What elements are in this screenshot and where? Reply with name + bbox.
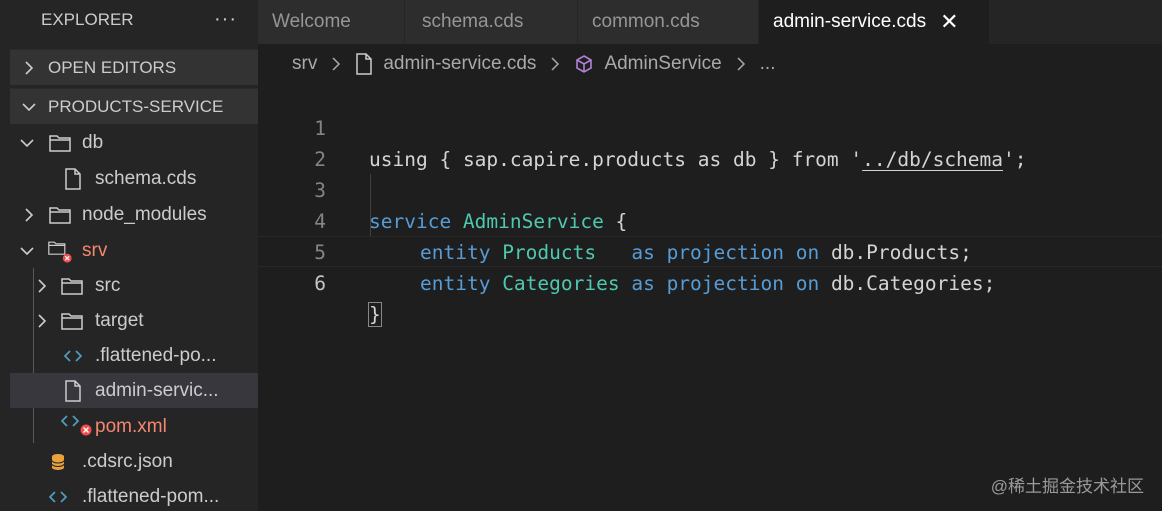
line-number: 6: [314, 272, 326, 295]
breadcrumb: srv admin-service.cds AdminService ...: [292, 50, 776, 78]
breadcrumb-folder[interactable]: srv: [292, 53, 317, 75]
tab-label: schema.cds: [422, 11, 524, 32]
breadcrumb-symbol[interactable]: AdminService: [574, 53, 722, 75]
watermark: @稀土掘金技术社区: [990, 477, 1144, 496]
code-line-current: 6 }: [258, 236, 1162, 327]
chevron-right-icon: [331, 57, 341, 71]
tree-item-label: pom.xml: [95, 415, 167, 437]
open-editors-section[interactable]: OPEN EDITORS: [10, 49, 258, 85]
xml-file-icon: [46, 485, 70, 509]
xml-file-icon: [61, 344, 85, 368]
file-icon: [356, 53, 373, 75]
more-actions-icon[interactable]: ···: [214, 8, 237, 31]
chevron-right-icon: [33, 312, 51, 330]
tab-label: admin-service.cds: [773, 11, 927, 32]
tree-item-src[interactable]: src: [10, 268, 258, 303]
tree-item-label: db: [82, 131, 104, 153]
tree-item-srv[interactable]: srv: [10, 233, 258, 268]
explorer-title: EXPLORER: [41, 10, 134, 29]
folder-icon: [48, 203, 72, 227]
tab-admin-service-cds[interactable]: admin-service.cds ✕: [759, 0, 990, 44]
open-editors-label: OPEN EDITORS: [48, 57, 177, 77]
file-icon: [61, 379, 85, 403]
chevron-right-icon: [33, 277, 51, 295]
close-icon[interactable]: ✕: [940, 9, 958, 35]
file-icon: [61, 167, 85, 191]
tree-item-label: src: [95, 274, 121, 296]
tree-item-admin-service[interactable]: admin-servic...: [10, 373, 258, 408]
folder-open-icon: [48, 131, 72, 155]
namespace-icon: [576, 55, 593, 73]
code-line: 5 entity Categories as projection on db.…: [258, 206, 1162, 295]
tree-item-label: admin-servic...: [95, 379, 219, 401]
tree-item-label: .flattened-po...: [95, 344, 217, 366]
explorer-header: EXPLORER ···: [0, 0, 258, 40]
tab-common-cds[interactable]: common.cds: [578, 0, 759, 44]
products-service-section[interactable]: PRODUCTS-SERVICE: [10, 88, 258, 124]
database-icon: [46, 450, 70, 474]
tree-item-flattened-pom[interactable]: .flattened-po...: [10, 338, 258, 373]
tab-label: Welcome: [272, 11, 351, 32]
code-text: entity Categories as projection on db.Ca…: [420, 272, 996, 295]
chevron-right-icon: [736, 57, 746, 71]
tree-item-label: .cdsrc.json: [82, 450, 173, 472]
tree-item-label: .flattened-pom...: [82, 485, 220, 507]
tree-item-db[interactable]: db: [10, 125, 258, 160]
code-line: 2: [258, 113, 1162, 171]
chevron-right-icon: [10, 60, 48, 75]
close-brace: }: [368, 302, 382, 327]
code-line: 4 entity Products as projection on db.Pr…: [258, 175, 1162, 264]
project-label: PRODUCTS-SERVICE: [48, 96, 224, 116]
breadcrumb-file-label: admin-service.cds: [383, 53, 537, 74]
tree-item-node-modules[interactable]: node_modules: [10, 197, 258, 232]
chevron-down-icon: [18, 242, 36, 260]
tab-schema-cds[interactable]: schema.cds: [405, 0, 578, 44]
tree-item-label: node_modules: [82, 203, 207, 225]
xml-file-error-icon: [61, 412, 95, 442]
editor-tab-bar: Welcome schema.cds common.cds admin-serv…: [258, 0, 1162, 44]
code-line: 3 service AdminService {: [258, 144, 1162, 233]
breadcrumb-more[interactable]: ...: [760, 53, 776, 75]
breadcrumb-symbol-label: AdminService: [604, 53, 722, 74]
chevron-right-icon: [550, 57, 560, 71]
tree-item-flattened-pom-root[interactable]: .flattened-pom...: [10, 479, 258, 511]
tree-item-pom-xml[interactable]: pom.xml: [10, 409, 258, 444]
tree-item-label: target: [95, 309, 144, 331]
explorer-sidebar: EXPLORER ··· OPEN EDITORS PRODUCTS-SERVI…: [0, 0, 258, 511]
chevron-down-icon: [10, 101, 48, 113]
tree-item-schema-cds[interactable]: schema.cds: [10, 161, 258, 196]
code-line: 1 using { sap.capire.products as db } fr…: [258, 82, 1162, 171]
code-text: }: [368, 299, 382, 330]
breadcrumb-file[interactable]: admin-service.cds: [355, 53, 536, 75]
chevron-right-icon: [20, 206, 38, 224]
tree-item-label: srv: [82, 239, 108, 261]
folder-icon: [60, 274, 84, 298]
tab-welcome[interactable]: Welcome: [258, 0, 405, 44]
folder-error-icon: [48, 239, 72, 263]
tree-item-target[interactable]: target: [10, 303, 258, 338]
indent-guide: [370, 174, 371, 236]
tree-item-label: schema.cds: [95, 167, 197, 189]
folder-icon: [60, 309, 84, 333]
tab-label: common.cds: [592, 11, 700, 32]
code-editor[interactable]: 1 using { sap.capire.products as db } fr…: [258, 80, 1162, 511]
tree-item-cdsrc-json[interactable]: .cdsrc.json: [10, 444, 258, 479]
chevron-down-icon: [18, 134, 36, 152]
